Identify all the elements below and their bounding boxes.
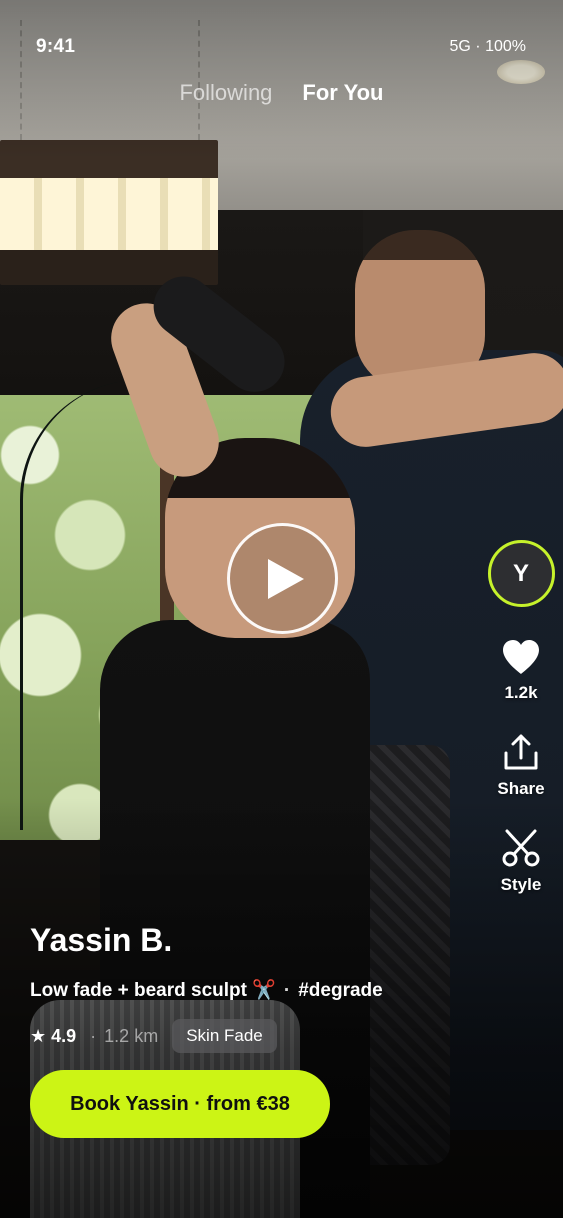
like-button[interactable]: 1.2k: [501, 639, 541, 703]
play-button[interactable]: [227, 523, 338, 634]
tab-for-you[interactable]: For You: [302, 80, 383, 106]
video-feed-screen: 9:41 5G · 100% Following For You Y 1.2k …: [0, 0, 563, 1218]
dryer-cord: [20, 380, 160, 830]
like-count: 1.2k: [504, 683, 538, 702]
book-button[interactable]: Book Yassin · from €38: [30, 1070, 330, 1138]
share-icon: [504, 734, 538, 770]
status-network-battery: 5G · 100%: [449, 38, 526, 55]
caption-text: Low fade + beard sculpt ✂️: [30, 980, 276, 1001]
share-button[interactable]: Share: [497, 733, 545, 799]
share-label: Share: [497, 779, 545, 798]
barber-avatar[interactable]: Y: [487, 540, 555, 607]
style-button[interactable]: Style: [500, 829, 542, 895]
meta-separator: ·: [90, 1025, 97, 1046]
bottom-gradient: [0, 798, 563, 1218]
style-label: Style: [500, 875, 542, 894]
lamp-glow: [0, 178, 218, 250]
post-caption: Low fade + beard sculpt ✂️ · #degrade: [30, 978, 383, 1002]
feed-tabs: Following For You: [0, 80, 563, 106]
hashtag-link[interactable]: #degrade: [298, 980, 382, 1001]
status-time: 9:41: [36, 36, 76, 57]
style-tag-chip[interactable]: Skin Fade: [172, 1019, 277, 1053]
rating: ★ 4.9: [30, 1025, 77, 1046]
scissors-icon: [502, 829, 540, 867]
heart-icon: [503, 640, 539, 674]
tab-following[interactable]: Following: [179, 80, 272, 106]
barber-meta: ★ 4.9 · 1.2 km Skin Fade: [30, 1018, 277, 1054]
distance: 1.2 km: [104, 1025, 159, 1046]
action-rail: Y 1.2k Share Style: [485, 540, 557, 895]
play-icon: [267, 558, 304, 599]
caption-separator: ·: [283, 980, 291, 1001]
barber-name[interactable]: Yassin B.: [30, 922, 172, 959]
